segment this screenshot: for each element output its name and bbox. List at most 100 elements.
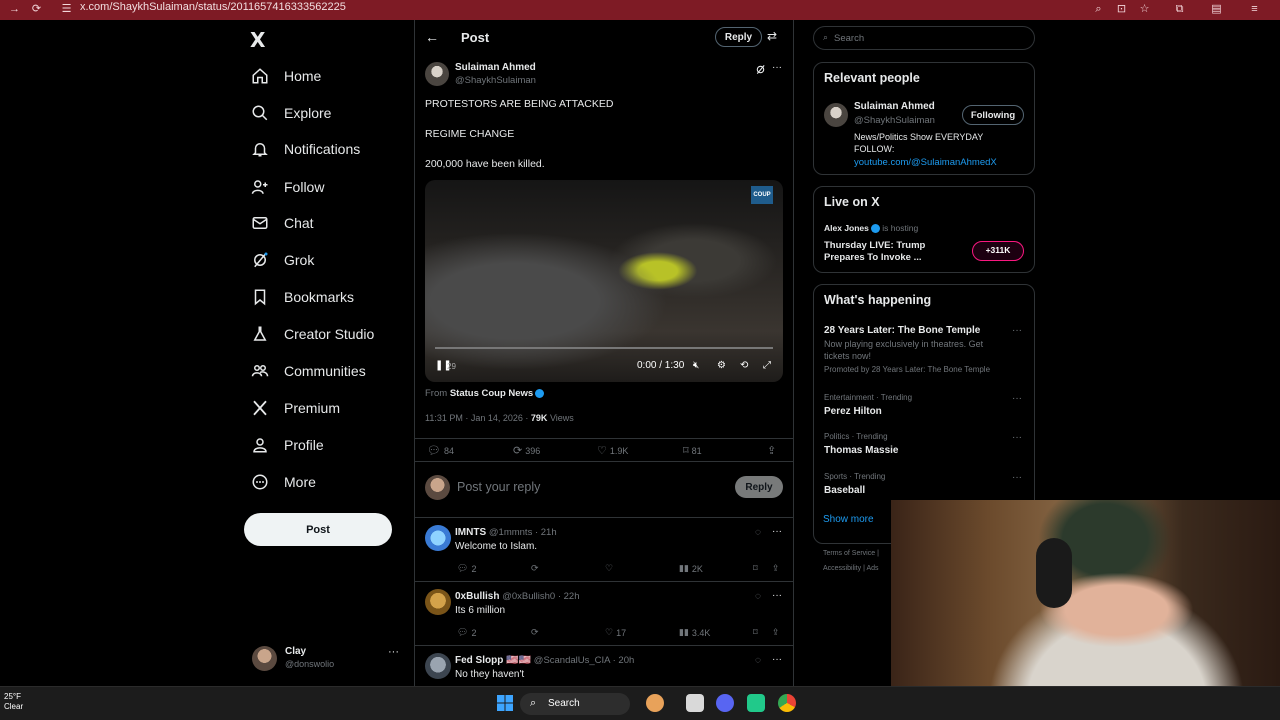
like-action[interactable]: ♡ 17: [605, 627, 626, 638]
avatar[interactable]: [425, 653, 451, 679]
search-input[interactable]: [834, 30, 1024, 46]
install-icon[interactable]: ⊡: [1115, 3, 1128, 16]
more-dots-icon[interactable]: ···: [1012, 325, 1022, 336]
star-icon[interactable]: ☆: [1138, 3, 1151, 16]
nav-follow[interactable]: Follow: [250, 173, 324, 201]
mute-icon[interactable]: 🔇︎: [693, 360, 699, 371]
bio-link[interactable]: youtube.com/@SulaimanAhmedX: [854, 157, 997, 168]
trend-item[interactable]: Politics · Trending Thomas Massie: [824, 432, 898, 456]
repost-icon[interactable]: ⟳: [531, 627, 539, 638]
more-dots-icon[interactable]: ···: [1012, 432, 1022, 443]
person-name[interactable]: Sulaiman Ahmed: [854, 101, 935, 112]
live-title[interactable]: Thursday LIVE: Trump Prepares To Invoke …: [824, 240, 954, 264]
reply-action[interactable]: 💬︎ 2: [457, 627, 476, 638]
header-reply-button[interactable]: Reply: [715, 27, 762, 47]
person-handle[interactable]: @ShaykhSulaiman: [854, 115, 935, 126]
following-button[interactable]: Following: [962, 105, 1024, 125]
post-time[interactable]: 11:31 PM · Jan 14, 2026: [425, 413, 523, 423]
nav-premium[interactable]: Premium: [250, 394, 340, 422]
more-dots-icon[interactable]: ···: [1012, 472, 1022, 483]
avatar[interactable]: [824, 103, 848, 127]
video-player[interactable]: COUP ❚❚ 29 0:00 / 1:30 🔇︎ ⚙ ⟲ ⤢: [425, 180, 783, 382]
reply-item[interactable]: 0xBullish @0xBullish0 · 22h Its 6 millio…: [415, 583, 793, 646]
heart-icon[interactable]: ♡: [605, 563, 613, 574]
fullscreen-icon[interactable]: ⤢: [763, 360, 771, 371]
like-action[interactable]: ♡ 1.9K: [597, 444, 628, 457]
grok-icon[interactable]: ◌: [755, 527, 761, 538]
account-switcher[interactable]: Clay @donswolio ···: [250, 644, 410, 674]
nav-chat[interactable]: Chat: [250, 209, 314, 237]
tune-icon[interactable]: ⇄: [767, 29, 777, 43]
avatar[interactable]: [425, 525, 451, 551]
replay-icon[interactable]: ⟲: [740, 360, 748, 371]
zoom-icon[interactable]: ⌕: [1092, 3, 1105, 16]
taskbar-search[interactable]: ⌕ Search: [520, 693, 630, 715]
nav-notifications[interactable]: Notifications: [250, 135, 360, 163]
reply-item[interactable]: IMNTS @1mmnts · 21h Welcome to Islam. ◌ …: [415, 519, 793, 582]
nav-explore[interactable]: Explore: [250, 99, 331, 127]
share-icon[interactable]: ⇪: [772, 563, 780, 574]
reply-input[interactable]: Post your reply: [457, 480, 540, 494]
settings-icon[interactable]: ⚙: [717, 360, 726, 371]
more-dots-icon[interactable]: ···: [772, 62, 782, 73]
file-explorer-icon[interactable]: [686, 694, 704, 712]
chat-app-icon[interactable]: [747, 694, 765, 712]
repost-action[interactable]: ⟳ 396: [513, 444, 540, 457]
share-icon[interactable]: ⇪: [767, 444, 776, 457]
reply-action[interactable]: 💬︎ 84: [427, 444, 454, 457]
windows-start-icon[interactable]: [496, 694, 514, 712]
nav-grok[interactable]: Grok: [250, 246, 314, 274]
reply-action[interactable]: 💬︎ 2: [457, 563, 476, 574]
share-icon[interactable]: ⇪: [772, 627, 780, 638]
discord-icon[interactable]: [716, 694, 734, 712]
post-button[interactable]: Post: [244, 513, 392, 546]
bookmark-icon[interactable]: ⌑: [753, 563, 758, 574]
reply-author[interactable]: Fed Slopp 🇺🇸🇺🇸 @ScandalUs_CIA · 20h: [455, 655, 634, 666]
nav-communities[interactable]: Communities: [250, 357, 366, 385]
grok-icon[interactable]: ◌: [755, 655, 761, 666]
bookmark-icon[interactable]: ⌑: [753, 627, 758, 638]
bookmark-action[interactable]: ⌑ 81: [683, 444, 702, 457]
grok-icon[interactable]: [755, 64, 766, 78]
repost-icon[interactable]: ⟳: [531, 563, 539, 574]
show-more-link[interactable]: Show more: [823, 514, 874, 525]
nav-creator-studio[interactable]: Creator Studio: [250, 320, 374, 348]
site-info-icon[interactable]: ☰: [60, 3, 73, 16]
trend-item[interactable]: Entertainment · Trending Perez Hilton: [824, 393, 912, 417]
nav-bookmarks[interactable]: Bookmarks: [250, 283, 354, 311]
more-dots-icon[interactable]: ···: [772, 590, 782, 601]
footer-link[interactable]: Accessibility | Ads: [823, 565, 879, 572]
more-dots-icon[interactable]: ···: [1012, 393, 1022, 404]
weather-widget[interactable]: 25°F Clear: [4, 692, 23, 712]
address-bar[interactable]: x.com/ShaykhSulaiman/status/201165741633…: [80, 1, 346, 13]
more-dots-icon[interactable]: ···: [772, 526, 782, 537]
reply-item[interactable]: Fed Slopp 🇺🇸🇺🇸 @ScandalUs_CIA · 20h No t…: [415, 647, 793, 686]
grok-icon[interactable]: ◌: [755, 591, 761, 602]
trend-item[interactable]: Sports · Trending Baseball: [824, 472, 885, 496]
views-action[interactable]: ▮▮ 3.4K: [679, 627, 710, 638]
reply-author[interactable]: 0xBullish @0xBullish0 · 22h: [455, 591, 580, 602]
listener-count[interactable]: +311K: [972, 241, 1024, 261]
nav-profile[interactable]: Profile: [250, 431, 324, 459]
forward-icon[interactable]: →: [8, 3, 21, 16]
food-widget-icon[interactable]: [646, 694, 664, 712]
reply-submit-button[interactable]: Reply: [735, 476, 783, 498]
x-logo-icon[interactable]: X: [250, 28, 265, 52]
author-handle[interactable]: @ShaykhSulaiman: [455, 75, 536, 86]
live-on-x-card[interactable]: Live on X Alex Jones is hosting Thursday…: [813, 186, 1035, 273]
avatar[interactable]: [425, 589, 451, 615]
avatar[interactable]: [425, 62, 449, 86]
reply-author[interactable]: IMNTS @1mmnts · 21h: [455, 527, 557, 538]
menu-icon[interactable]: ≡: [1248, 3, 1261, 16]
search-box[interactable]: ⌕: [813, 26, 1035, 50]
video-progress-bar[interactable]: [435, 347, 773, 349]
more-dots-icon[interactable]: ···: [772, 654, 782, 665]
footer-link[interactable]: Terms of Service |: [823, 550, 879, 557]
back-arrow-icon[interactable]: ←: [425, 29, 439, 45]
promoted-trend[interactable]: 28 Years Later: The Bone Temple Now play…: [824, 325, 1004, 374]
nav-home[interactable]: Home: [250, 62, 321, 90]
author-name[interactable]: Sulaiman Ahmed: [455, 62, 536, 73]
reload-icon[interactable]: ⟳: [30, 3, 43, 16]
host-name[interactable]: Alex Jones: [824, 223, 869, 233]
extensions-icon[interactable]: ⧉: [1173, 3, 1186, 16]
